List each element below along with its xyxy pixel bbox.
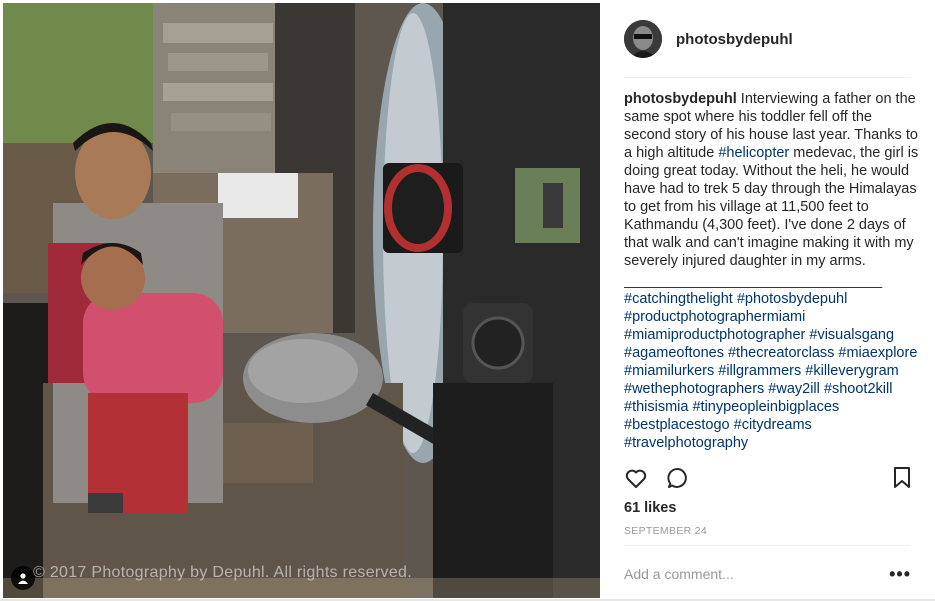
caption-hashtags[interactable]: #catchingthelight #photosbydepuhl #produ… (624, 291, 917, 451)
more-options-icon[interactable]: ••• (889, 564, 911, 585)
username[interactable]: photosbydepuhl (676, 31, 793, 48)
post-header: photosbydepuhl (624, 18, 911, 60)
instagram-post: © 2017 Photography by Depuhl. All rights… (0, 0, 935, 601)
add-comment-row: Add a comment... ••• (624, 564, 911, 584)
like-count[interactable]: 61 likes (624, 500, 676, 516)
caption-separator: ________________________________ (624, 273, 883, 289)
caption-hashtag-link[interactable]: #helicopter (718, 145, 789, 161)
divider (624, 545, 911, 546)
bookmark-icon[interactable] (893, 467, 911, 494)
caption-username[interactable]: photosbydepuhl (624, 91, 737, 107)
post-sidebar: photosbydepuhl photosbydepuhl Interviewi… (600, 0, 935, 601)
avatar[interactable] (624, 20, 662, 58)
comment-icon[interactable] (666, 466, 690, 495)
post-caption: photosbydepuhl Interviewing a father on … (624, 90, 919, 457)
person-tag-icon[interactable] (11, 566, 35, 590)
caption-text-continued: medevac, the girl is doing great today. … (624, 145, 919, 269)
post-actions (624, 466, 911, 492)
heart-icon[interactable] (624, 466, 648, 495)
photo-watermark: © 2017 Photography by Depuhl. All rights… (33, 564, 412, 581)
post-date: SEPTEMBER 24 (624, 525, 707, 537)
post-photo[interactable]: © 2017 Photography by Depuhl. All rights… (3, 3, 600, 598)
photo-scene (3, 3, 600, 598)
comment-input[interactable]: Add a comment... (624, 566, 734, 582)
divider (624, 77, 911, 78)
